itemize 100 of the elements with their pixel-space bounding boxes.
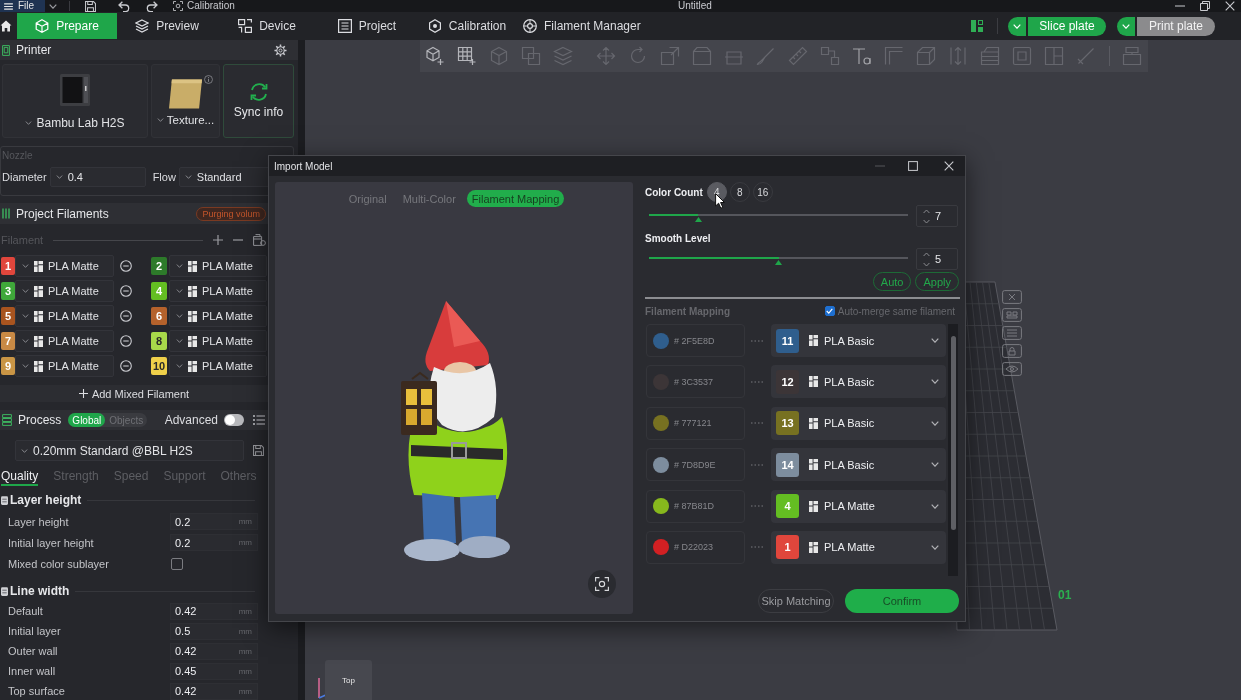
calibration-menu[interactable]: Calibration [187,0,235,12]
filament-number[interactable]: 6 [151,307,167,325]
snapshot-button[interactable] [588,570,616,598]
filament-dropdown[interactable]: PLA Matte [15,305,114,327]
filament-dropdown[interactable]: PLA Matte [15,355,114,377]
filament-select[interactable]: 13 PLA Basic [771,406,946,440]
printer-card[interactable]: Bambu Lab H2S [2,64,148,138]
view-cube[interactable]: Top [325,660,372,700]
target-icon[interactable] [173,1,183,11]
minus-circle-icon[interactable] [120,310,132,322]
filament-select[interactable]: 14 PLA Basic [771,448,946,482]
add-mixed-filament-button[interactable]: Add Mixed Filament [0,385,268,402]
bars-icon [2,208,10,219]
plate-card[interactable]: Texture... [151,64,220,138]
filament-number[interactable]: 12 [776,369,799,394]
tiles-icon [34,260,43,272]
chevron-down-icon[interactable] [49,3,57,9]
flow-dropdown[interactable]: Standard [178,167,270,187]
lines-box-icon[interactable] [1002,326,1022,340]
printer-dropdown[interactable]: Bambu Lab H2S [25,116,125,130]
filament-number[interactable]: 13 [776,411,799,436]
tiles-icon [188,360,197,372]
lock-icon[interactable] [1002,344,1022,358]
nav-tab[interactable]: Preview [117,13,217,39]
undo-icon[interactable] [118,0,130,12]
filament-select[interactable]: 1 PLA Matte [771,530,946,564]
save-icon[interactable] [253,445,264,456]
restore-icon[interactable] [1200,1,1210,11]
minus-circle-icon[interactable] [120,360,132,372]
group-title: Layer height [10,493,82,507]
filament-number[interactable]: 8 [151,332,167,350]
nav-tab[interactable]: Filament Manager [517,13,647,39]
filament-select[interactable]: 11 PLA Basic [771,324,946,357]
settings-tab[interactable]: Quality [1,467,39,486]
cube-plus-icon[interactable] [425,46,445,66]
tiles-icon [809,376,818,388]
text-tool-icon[interactable] [852,46,872,66]
box-gear-icon[interactable] [253,234,266,246]
close-icon[interactable] [1225,1,1235,11]
scrollbar-thumb[interactable] [951,336,956,530]
filament-dropdown[interactable]: PLA Matte [15,280,114,302]
filament-number[interactable]: 5 [1,307,15,325]
grid-box-icon[interactable] [1002,308,1022,322]
confirm-button[interactable]: Confirm [845,589,959,613]
view-tab[interactable]: Filament Mapping [466,190,565,207]
filament-dropdown[interactable]: PLA Matte [169,355,267,377]
eye-icon[interactable] [1002,362,1022,376]
list-icon[interactable] [253,415,265,425]
checkbox[interactable] [824,306,835,316]
maximize-icon[interactable] [908,161,918,171]
diameter-dropdown[interactable]: 0.4 [49,167,146,187]
redo-icon[interactable] [146,0,158,12]
menu-icon [4,2,13,10]
filament-dropdown[interactable]: PLA Matte [169,305,267,327]
filament-select[interactable]: 12 PLA Basic [771,365,946,399]
save-icon[interactable] [85,0,96,12]
dropdown-button[interactable] [1008,16,1026,36]
filament-dropdown[interactable]: PLA Matte [169,280,267,302]
filament-select[interactable]: 4 PLA Matte [771,489,946,523]
filament-dropdown[interactable]: PLA Matte [169,255,267,277]
close-icon[interactable] [944,161,954,171]
nav-tab[interactable]: Calibration [417,13,517,39]
document-icon [337,19,352,33]
printer-icon [60,74,90,106]
build-plate-icon [169,79,202,109]
plate-dropdown[interactable]: Texture... [156,114,215,126]
filament-number[interactable]: 2 [151,257,167,275]
hex-code: # 87B81D [674,501,715,512]
x-box-icon[interactable] [1002,290,1022,304]
nav-tab[interactable]: Device [217,13,317,39]
gear-icon[interactable] [274,43,287,57]
preset-dropdown[interactable]: 0.20mm Standard @BBL H2S [15,440,244,461]
home-icon[interactable] [0,20,12,32]
minus-circle-icon[interactable] [120,335,132,347]
filament-number[interactable]: 11 [776,328,799,353]
nav-tab[interactable]: Project [317,13,417,39]
scrollbar[interactable] [948,324,958,576]
layout-icon[interactable] [971,20,983,32]
plus-icon [78,389,88,398]
filament-number[interactable]: 1 [776,535,799,560]
color-count-field[interactable]: 7 [916,205,958,227]
filament-dropdown[interactable]: PLA Matte [169,330,267,352]
filament-dropdown[interactable]: PLA Matte [15,330,114,352]
stepper-icon [923,208,930,224]
minus-circle-icon[interactable] [120,285,132,297]
file-menu[interactable]: File [0,0,45,12]
filament-number[interactable]: 1 [1,257,15,275]
checkbox[interactable] [171,557,183,570]
plus-icon[interactable] [213,235,223,245]
info-icon [204,75,213,84]
minus-circle-icon[interactable] [120,260,132,272]
filament-number[interactable]: 10 [151,357,167,375]
spool-icon [523,19,537,33]
smooth-level-field[interactable]: 5 [916,248,958,270]
advanced-toggle[interactable] [224,414,244,426]
tiles-icon [188,260,197,272]
grid-plus-icon[interactable] [457,46,477,66]
filament-dropdown[interactable]: PLA Matte [15,255,114,277]
dropdown-button[interactable] [1117,16,1135,36]
sync-button[interactable]: Sync info [223,64,294,138]
